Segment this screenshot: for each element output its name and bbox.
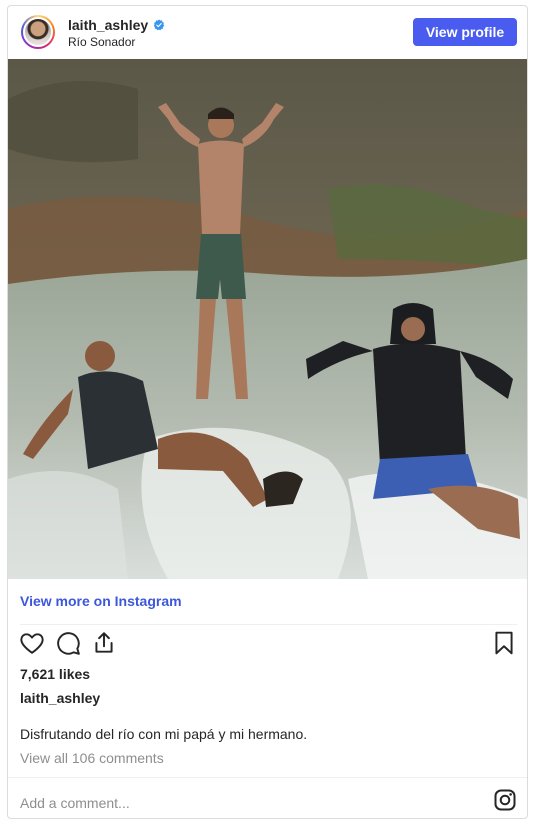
share-button[interactable]: [90, 630, 118, 658]
avatar-photo: [23, 17, 53, 47]
view-profile-button[interactable]: View profile: [413, 18, 517, 46]
comment-input[interactable]: [18, 792, 482, 814]
view-comments-link[interactable]: View all 106 comments: [20, 750, 164, 766]
view-more-link[interactable]: View more on Instagram: [20, 593, 182, 609]
username-text[interactable]: laith_ashley: [68, 17, 148, 33]
instagram-icon[interactable]: [493, 788, 517, 812]
caption-text: Disfrutando del río con mi papá y mi her…: [20, 726, 308, 742]
bookmark-icon: [495, 631, 513, 655]
username[interactable]: laith_ashley: [68, 17, 165, 33]
comment-bubble-icon: [57, 632, 80, 655]
comment-button[interactable]: [54, 630, 82, 658]
share-icon: [95, 632, 113, 653]
post-image: [8, 59, 527, 579]
footer-divider: [8, 777, 527, 778]
like-button[interactable]: [18, 630, 46, 658]
post-photo[interactable]: [8, 59, 527, 579]
instagram-embed-card: laith_ashley Río Sonador View profile Vi…: [7, 5, 528, 819]
avatar[interactable]: [21, 15, 55, 49]
post-header: laith_ashley Río Sonador View profile: [8, 6, 527, 59]
verified-badge-icon: [153, 19, 165, 31]
heart-icon: [20, 633, 44, 654]
divider: [20, 624, 517, 625]
like-count[interactable]: 7,621 likes: [20, 666, 90, 682]
save-button[interactable]: [490, 630, 518, 658]
location-link[interactable]: Río Sonador: [68, 35, 135, 49]
caption-username[interactable]: laith_ashley: [20, 690, 100, 706]
action-bar: [18, 630, 518, 662]
